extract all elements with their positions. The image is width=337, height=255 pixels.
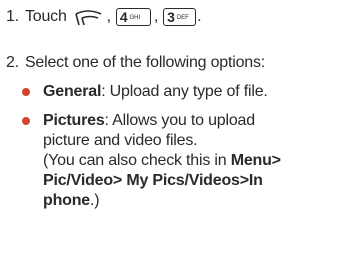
step-2: 2. Select one of the following options: (6, 53, 265, 73)
manual-page: 1. Touch , 4 GHI , 3 DEF . 2. Select one … (0, 0, 337, 255)
key-letters: DEF (176, 15, 189, 21)
key-digit: 4 (119, 9, 128, 25)
option-title: Pictures (43, 112, 105, 129)
menu-path-end: phone (43, 192, 90, 209)
separator: , (153, 8, 159, 25)
step-instruction: Select one of the following options: (24, 54, 266, 71)
step-end-punctuation: . (197, 8, 202, 25)
bullet-icon (22, 117, 30, 125)
step-instruction: Touch (24, 8, 67, 25)
bullet-icon (22, 88, 30, 96)
step-1: 1. Touch , 4 GHI , 3 DEF . (6, 6, 202, 28)
menu-key-icon (72, 7, 104, 27)
option-title: General (43, 83, 102, 100)
option-description-cont: picture and video files. (43, 132, 198, 149)
menu-path: Menu> (230, 152, 281, 169)
menu-path-cont: Pic/Video> My Pics/Videos>In (43, 172, 263, 189)
keypad-4-icon: 4 GHI (115, 8, 151, 26)
step-number: 1. (6, 8, 19, 25)
option-description: : Allows you to upload (104, 112, 256, 129)
list-item: General: Upload any type of file. (22, 82, 332, 102)
option-note-close: .) (90, 192, 100, 209)
option-note: (You can also check this in (43, 152, 231, 169)
list-item: Pictures: Allows you to upload picture a… (22, 111, 332, 211)
separator: , (106, 8, 111, 25)
key-letters: GHI (129, 15, 141, 21)
keypad-3-icon: 3 DEF (163, 8, 197, 26)
step-number: 2. (6, 54, 19, 71)
options-list: General: Upload any type of file. Pictur… (22, 82, 332, 220)
option-description: : Upload any type of file. (101, 83, 268, 100)
menu-key-graphic (74, 10, 101, 26)
key-digit: 3 (167, 9, 175, 25)
